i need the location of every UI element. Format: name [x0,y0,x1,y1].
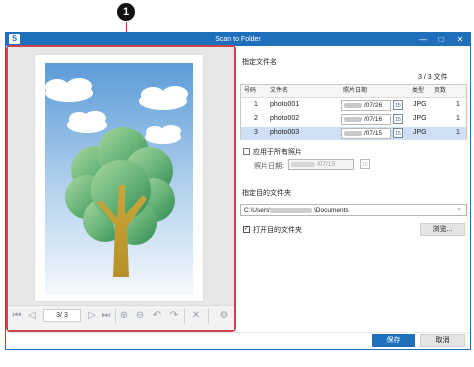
tree-photo-image [45,63,193,295]
filename-section-label: 指定文件名 [242,59,277,66]
calendar-icon[interactable]: 15 [393,114,403,124]
last-page-icon[interactable]: ⏭ [99,309,113,323]
dest-path-prefix: C:\Users\ [244,207,272,214]
row-date-field[interactable]: /07/15 [341,128,391,139]
row-number: 2 [254,115,258,122]
col-header-filename[interactable]: 文件名 [270,86,288,96]
maximize-button[interactable]: □ [434,33,448,46]
app-icon: S [9,34,20,44]
row-filename[interactable]: photo001 [270,99,299,111]
row-number: 3 [254,129,258,136]
dest-section-label: 指定目的文件夹 [242,190,291,197]
scanned-photo-preview [35,55,203,301]
zoom-out-icon[interactable]: ⊖ [133,309,147,323]
table-row[interactable]: 2 photo002 /07/16 15 JPG 1 [241,113,466,126]
total-page-number: 3 [63,312,68,319]
redacted-year [344,103,362,108]
row-type: JPG [413,115,427,122]
dest-path-suffix: \Documents [314,207,349,214]
row-filename[interactable]: photo003 [270,127,299,139]
redacted-username [270,208,312,213]
calendar-icon[interactable]: 15 [393,100,403,110]
apply-all-checkbox[interactable] [243,148,250,155]
page-indicator[interactable]: 3/ 3 [43,309,81,322]
app-icon-glyph: S [11,34,18,43]
close-button[interactable]: ✕ [453,33,467,46]
rotate-right-icon[interactable]: ↷ [167,309,181,323]
delete-page-icon[interactable]: ✕ [189,309,203,323]
row-date-field[interactable]: /07/26 [341,100,391,111]
window-title: Scan to Folder [215,36,261,43]
toolbar-divider [184,308,185,324]
photo-date-text: /07/15 [317,161,336,168]
photo-date-label: 照片日期: [254,163,284,170]
redacted-year [291,162,315,167]
row-date-text: /07/16 [364,116,383,123]
calendar-icon: 15 [360,159,370,169]
redacted-year [344,117,362,122]
chevron-down-icon[interactable]: ⌄ [456,203,462,215]
first-page-icon[interactable]: ⏮ [10,309,24,323]
photo-date-field: /07/15 [288,159,354,170]
footer-divider [6,332,470,333]
col-header-type[interactable]: 类型 [412,86,424,96]
row-type: JPG [413,129,427,136]
row-pages: 1 [456,101,460,108]
table-row[interactable]: 1 photo001 /07/26 15 JPG 1 [241,99,466,112]
col-header-photo-date[interactable]: 照片日期 [343,86,367,96]
minimize-button[interactable]: — [416,33,430,46]
row-date-text: /07/26 [364,102,383,109]
row-filename[interactable]: photo002 [270,113,299,125]
open-folder-checkbox[interactable]: ✓ [243,226,250,233]
table-row-selected[interactable]: 3 photo003 /07/15 15 JPG 1 [241,127,466,140]
col-header-number[interactable]: 号码 [244,86,256,96]
next-page-icon[interactable]: ▷ [85,309,99,323]
settings-icon[interactable]: ⚙ [217,309,231,323]
row-date-field[interactable]: /07/16 [341,114,391,125]
row-date-text: /07/15 [364,130,383,137]
file-count: 3 / 3 文件 [418,74,448,81]
page-separator: / [60,312,62,319]
previous-page-icon[interactable]: ◁ [25,309,39,323]
redacted-year [344,131,362,136]
row-pages: 1 [456,115,460,122]
row-type: JPG [413,101,427,108]
toolbar-divider [115,308,116,324]
browse-button[interactable]: 浏览... [420,223,465,236]
row-number: 1 [254,101,258,108]
toolbar-divider [208,308,209,324]
rotate-left-icon[interactable]: ↶ [150,309,164,323]
callout-number-badge: 1 [117,3,135,21]
col-header-pages[interactable]: 页数 [434,86,446,96]
dest-folder-select[interactable]: C:\Users\ \Documents ⌄ [240,204,467,216]
open-folder-label: 打开目的文件夹 [253,227,302,234]
row-pages: 1 [456,129,460,136]
cancel-button[interactable]: 取消 [420,334,465,347]
apply-all-label: 应用于所有照片 [253,149,302,156]
zoom-in-icon[interactable]: ⊕ [117,309,131,323]
calendar-icon[interactable]: 15 [393,128,403,138]
save-button[interactable]: 保存 [372,334,415,347]
